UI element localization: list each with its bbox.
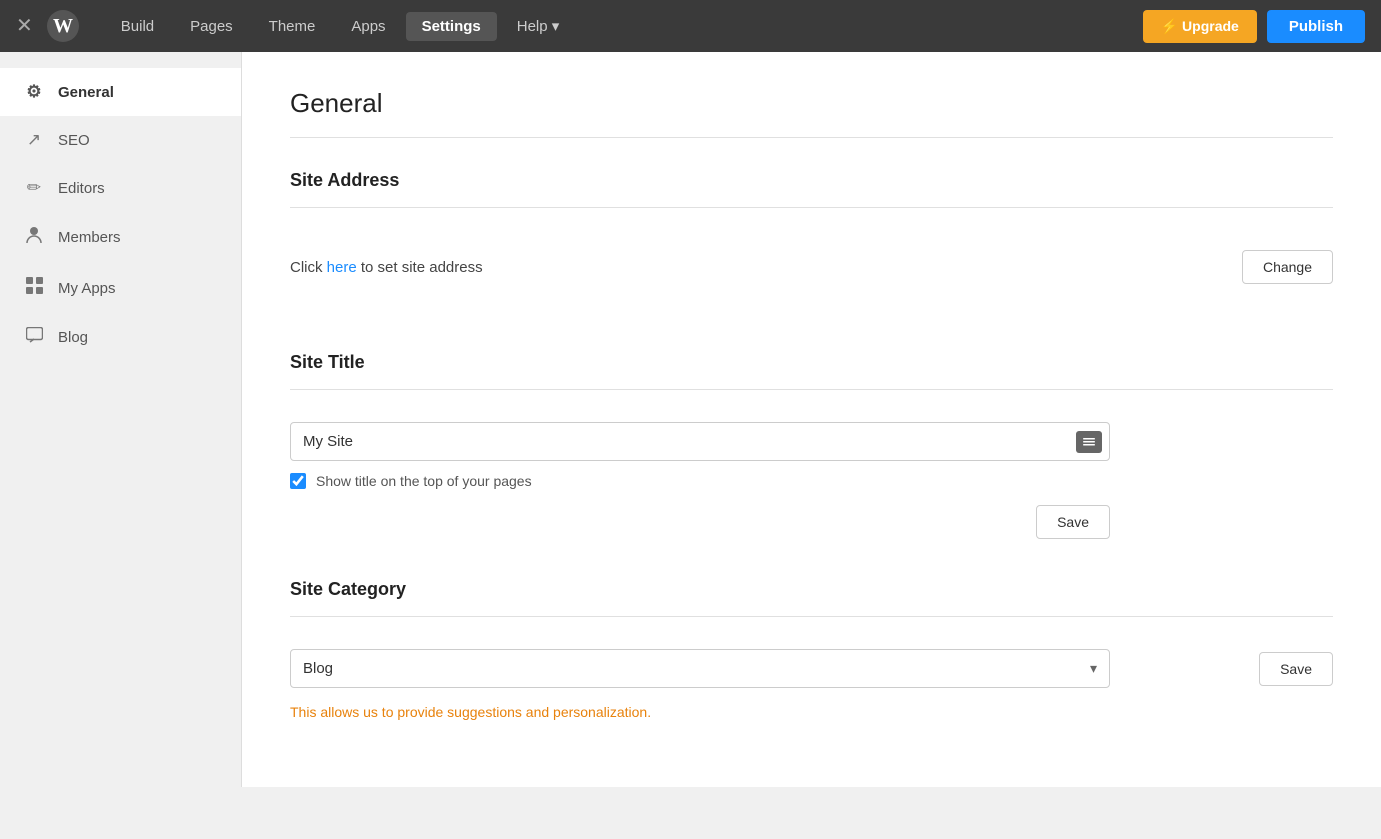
site-title-divider xyxy=(290,389,1333,390)
top-navigation: ✕ W Build Pages Theme Apps Settings Help… xyxy=(0,0,1381,52)
apps-grid-icon xyxy=(24,277,44,299)
nav-build[interactable]: Build xyxy=(105,12,170,41)
sidebar-label-editors: Editors xyxy=(58,180,105,197)
main-content: General Site Address Click here to set s… xyxy=(242,52,1381,787)
gear-icon: ⚙ xyxy=(24,82,44,102)
site-category-section: Site Category Blog ▾ Save This allows us… xyxy=(290,579,1333,720)
sidebar-item-general[interactable]: ⚙ General xyxy=(0,68,241,116)
site-address-divider xyxy=(290,207,1333,208)
chat-icon xyxy=(24,327,44,348)
site-category-title: Site Category xyxy=(290,579,1333,600)
nav-help[interactable]: Help ▾ xyxy=(501,11,576,41)
show-title-checkbox-row: Show title on the top of your pages xyxy=(290,473,1333,489)
nav-apps[interactable]: Apps xyxy=(335,12,401,41)
close-button[interactable]: ✕ xyxy=(16,16,33,36)
logo: W xyxy=(45,8,81,44)
sidebar-label-members: Members xyxy=(58,229,121,246)
person-icon xyxy=(24,226,44,249)
nav-links: Build Pages Theme Apps Settings Help ▾ xyxy=(105,11,1143,41)
chevron-down-icon: ▾ xyxy=(1090,660,1097,677)
site-category-select-wrapper: Blog ▾ Save xyxy=(290,649,1333,688)
site-title-heading: Site Title xyxy=(290,352,1333,373)
site-category-save-button[interactable]: Save xyxy=(1259,652,1333,686)
sidebar-item-myapps[interactable]: My Apps xyxy=(0,263,241,313)
sidebar-label-general: General xyxy=(58,84,114,101)
show-title-label: Show title on the top of your pages xyxy=(316,473,532,489)
site-address-row: Click here to set site address Change xyxy=(290,240,1333,312)
sidebar-label-seo: SEO xyxy=(58,132,90,149)
site-title-input-wrapper xyxy=(290,422,1110,461)
sidebar-item-members[interactable]: Members xyxy=(0,212,241,263)
show-title-checkbox[interactable] xyxy=(290,473,306,489)
site-address-link[interactable]: here xyxy=(327,259,357,276)
site-title-section: Site Title Show title on the top xyxy=(290,352,1333,539)
site-title-save-button[interactable]: Save xyxy=(1036,505,1110,539)
svg-text:W: W xyxy=(53,15,73,37)
sidebar-item-seo[interactable]: ↗ SEO xyxy=(0,116,241,164)
publish-button[interactable]: Publish xyxy=(1267,10,1365,43)
trending-icon: ↗ xyxy=(24,130,44,150)
site-address-title: Site Address xyxy=(290,170,1333,191)
sidebar: ⚙ General ↗ SEO ✏ Editors Members xyxy=(0,52,242,787)
sidebar-item-editors[interactable]: ✏ Editors xyxy=(0,164,241,212)
site-category-select[interactable]: Blog ▾ xyxy=(290,649,1110,688)
nav-theme[interactable]: Theme xyxy=(253,12,332,41)
title-divider xyxy=(290,137,1333,138)
app-layout: ⚙ General ↗ SEO ✏ Editors Members xyxy=(0,52,1381,787)
site-title-input-row xyxy=(290,422,1333,461)
nav-settings[interactable]: Settings xyxy=(406,12,497,41)
site-address-text: Click here to set site address xyxy=(290,259,483,276)
site-title-options-button[interactable] xyxy=(1076,431,1102,453)
change-address-button[interactable]: Change xyxy=(1242,250,1333,284)
sidebar-label-myapps: My Apps xyxy=(58,280,116,297)
nav-pages[interactable]: Pages xyxy=(174,12,249,41)
upgrade-button[interactable]: ⚡ Upgrade xyxy=(1143,10,1257,43)
personalization-hint: This allows us to provide suggestions an… xyxy=(290,704,1333,720)
sidebar-item-blog[interactable]: Blog xyxy=(0,313,241,362)
site-address-section: Site Address Click here to set site addr… xyxy=(290,170,1333,312)
site-category-divider xyxy=(290,616,1333,617)
pencil-icon: ✏ xyxy=(24,178,44,198)
site-title-input[interactable] xyxy=(290,422,1110,461)
page-title: General xyxy=(290,88,1333,119)
site-category-selected-value: Blog xyxy=(303,660,333,677)
sidebar-label-blog: Blog xyxy=(58,329,88,346)
site-title-save-row: Save xyxy=(290,505,1110,539)
nav-right-actions: ⚡ Upgrade Publish xyxy=(1143,10,1365,43)
